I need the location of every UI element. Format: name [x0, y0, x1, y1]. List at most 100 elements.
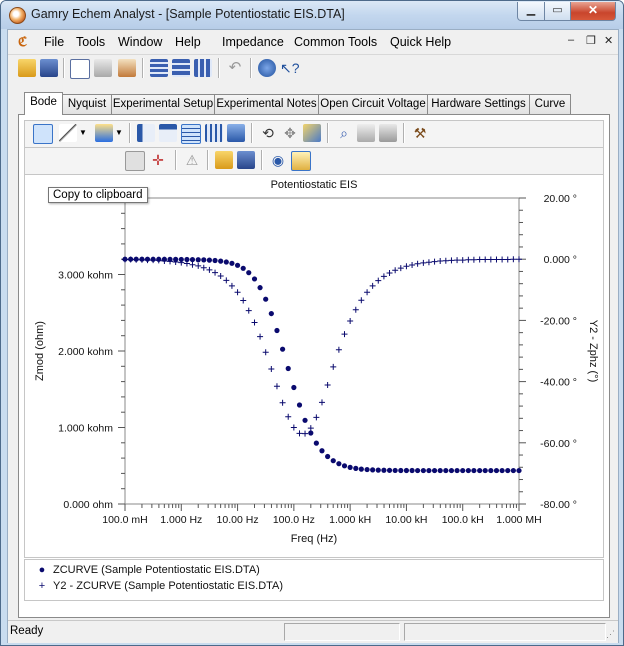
y2-tick-label: -60.00 °	[540, 438, 577, 450]
mdi-minimize-icon[interactable]: –	[568, 34, 574, 46]
zcurve-point	[251, 276, 258, 282]
mdi-close-icon[interactable]: ✕	[604, 34, 613, 47]
zcurve-point	[426, 467, 432, 474]
data-editor-icon[interactable]	[159, 124, 177, 142]
tab-experimental-notes[interactable]: Experimental Notes	[214, 94, 319, 114]
toolbar-separator	[207, 150, 209, 170]
tab-bode[interactable]: Bode	[24, 92, 63, 115]
toolbar-separator	[175, 150, 177, 170]
close-button[interactable]: ✕	[570, 2, 616, 21]
print-preview-icon[interactable]	[118, 59, 136, 77]
zcurve-point	[308, 430, 314, 436]
y2-tick-label: -40.00 °	[540, 377, 577, 389]
minimize-button[interactable]: ▁	[517, 2, 545, 21]
zcurve-point	[443, 467, 449, 474]
y-tick-label: 2.000 kohm	[58, 346, 113, 358]
print-chart-icon[interactable]	[379, 124, 397, 142]
legend-item-y2-zcurve[interactable]: + Y2 - ZCURVE (Sample Potentiostatic EIS.…	[31, 580, 283, 592]
zcurve-point	[477, 467, 483, 474]
zoom-icon[interactable]: ⌕	[335, 124, 353, 142]
menu-impedance[interactable]: Impedance	[222, 35, 284, 49]
keyboard-icon[interactable]	[125, 151, 145, 171]
dropdown-arrow-icon[interactable]: ▼	[115, 124, 123, 142]
x-tick-label: 100.0 kH	[442, 514, 484, 526]
zcurve-point	[510, 467, 516, 474]
y2-tick-label: 0.000 °	[544, 254, 577, 266]
toolbar-separator	[327, 123, 329, 143]
mdi-restore-icon[interactable]: ❐	[586, 34, 596, 47]
title-bar[interactable]: Gamry Echem Analyst - [Sample Potentiost…	[1, 1, 623, 29]
zcurve-point	[370, 467, 376, 473]
save-chart-icon[interactable]	[237, 151, 255, 169]
zcurve-point	[274, 327, 280, 334]
print-icon[interactable]	[94, 59, 112, 77]
zcurve-point	[212, 257, 218, 264]
chart-wizard-icon[interactable]	[70, 59, 90, 79]
tab-experimental-setup[interactable]: Experimental Setup	[111, 94, 215, 114]
bode-chart: Potentiostatic EIS 100.0 mH 1.000 Hz 10.00 …	[34, 179, 599, 545]
tile-horizontal-icon[interactable]	[172, 59, 190, 77]
toolbar-separator	[250, 58, 252, 78]
warning-icon[interactable]: ⚠	[183, 151, 201, 169]
menu-help[interactable]: Help	[175, 35, 201, 49]
menu-common-tools[interactable]: Common Tools	[294, 35, 377, 49]
help-icon[interactable]	[258, 59, 276, 77]
menu-file[interactable]: File	[44, 35, 64, 49]
tab-curve[interactable]: Curve	[529, 94, 571, 114]
tab-nyquist[interactable]: Nyquist	[62, 94, 112, 114]
zcurve-point	[482, 467, 488, 474]
grid-icon[interactable]	[181, 124, 201, 144]
lock-icon[interactable]	[291, 151, 311, 171]
bode-panel: ▼ ▼ ⟲ ✥ ⌕ ⚒ ✛ ⚠ ◉ Copy to clipboard Pote…	[18, 114, 610, 618]
x-axis-label: Freq (Hz)	[291, 533, 337, 545]
pan-icon[interactable]: ✥	[281, 124, 299, 142]
rotate-3d-icon[interactable]: ⟲	[259, 124, 277, 142]
y2-axis-label: Y2 - Zphz (°)	[587, 320, 599, 382]
undo-icon[interactable]: ↶	[226, 59, 244, 77]
fill-color-icon[interactable]	[95, 124, 113, 142]
maximize-button[interactable]: ▭	[544, 2, 571, 21]
document-icon[interactable]: ℭ	[18, 34, 27, 50]
menu-quick-help[interactable]: Quick Help	[390, 35, 451, 49]
y-tick-label: 0.000 ohm	[63, 499, 113, 511]
chart-properties-icon[interactable]	[227, 124, 245, 142]
open-folder-icon[interactable]	[18, 59, 36, 77]
cursor-icon[interactable]: ✛	[149, 151, 167, 169]
tools-hammer-icon[interactable]: ⚒	[411, 124, 429, 142]
zcurve-point	[415, 467, 421, 474]
chart-area: Potentiostatic EIS 100.0 mH 1.000 Hz 10.00 …	[24, 174, 604, 558]
tab-open-circuit-voltage[interactable]: Open Circuit Voltage	[318, 94, 428, 114]
zcurve-point	[347, 464, 353, 470]
chart-type-icon[interactable]	[59, 124, 77, 142]
menu-tools[interactable]: Tools	[76, 35, 105, 49]
zcurve-point	[375, 467, 381, 473]
zcurve-point	[499, 467, 505, 474]
tab-hardware-settings[interactable]: Hardware Settings	[427, 94, 530, 114]
context-help-icon[interactable]: ↖?	[280, 59, 300, 77]
status-pane	[284, 623, 400, 641]
zoom-box-icon[interactable]	[303, 124, 321, 142]
window-title: Gamry Echem Analyst - [Sample Potentiost…	[31, 7, 345, 21]
chart-toolbar-bottom: ✛ ⚠ ◉	[24, 147, 604, 175]
cascade-icon[interactable]	[150, 59, 168, 77]
resize-grip-icon[interactable]: ⋰	[606, 629, 615, 640]
view-eye-icon[interactable]: ◉	[269, 151, 287, 169]
status-text: Ready	[10, 625, 44, 637]
zcurve-point	[280, 346, 286, 352]
zcurve-point	[195, 257, 201, 263]
tile-vertical-icon[interactable]	[194, 59, 212, 77]
gamry-app-icon[interactable]	[9, 7, 26, 24]
legend-icon[interactable]	[137, 124, 155, 142]
zcurve-point	[257, 285, 263, 291]
open-file-icon[interactable]	[215, 151, 233, 169]
print-preview-chart-icon[interactable]	[357, 124, 375, 142]
save-icon[interactable]	[40, 59, 58, 77]
zcurve-point	[516, 467, 522, 474]
legend-item-zcurve[interactable]: ● ZCURVE (Sample Potentiostatic EIS.DTA)	[31, 564, 260, 576]
legend-label-y2-zcurve: Y2 - ZCURVE (Sample Potentiostatic EIS.D…	[53, 580, 284, 592]
table-icon[interactable]	[205, 124, 223, 142]
menu-window[interactable]: Window	[118, 35, 162, 49]
copy-to-clipboard-icon[interactable]	[33, 124, 53, 144]
zcurve-point	[325, 453, 331, 460]
dropdown-arrow-icon[interactable]: ▼	[79, 124, 87, 142]
